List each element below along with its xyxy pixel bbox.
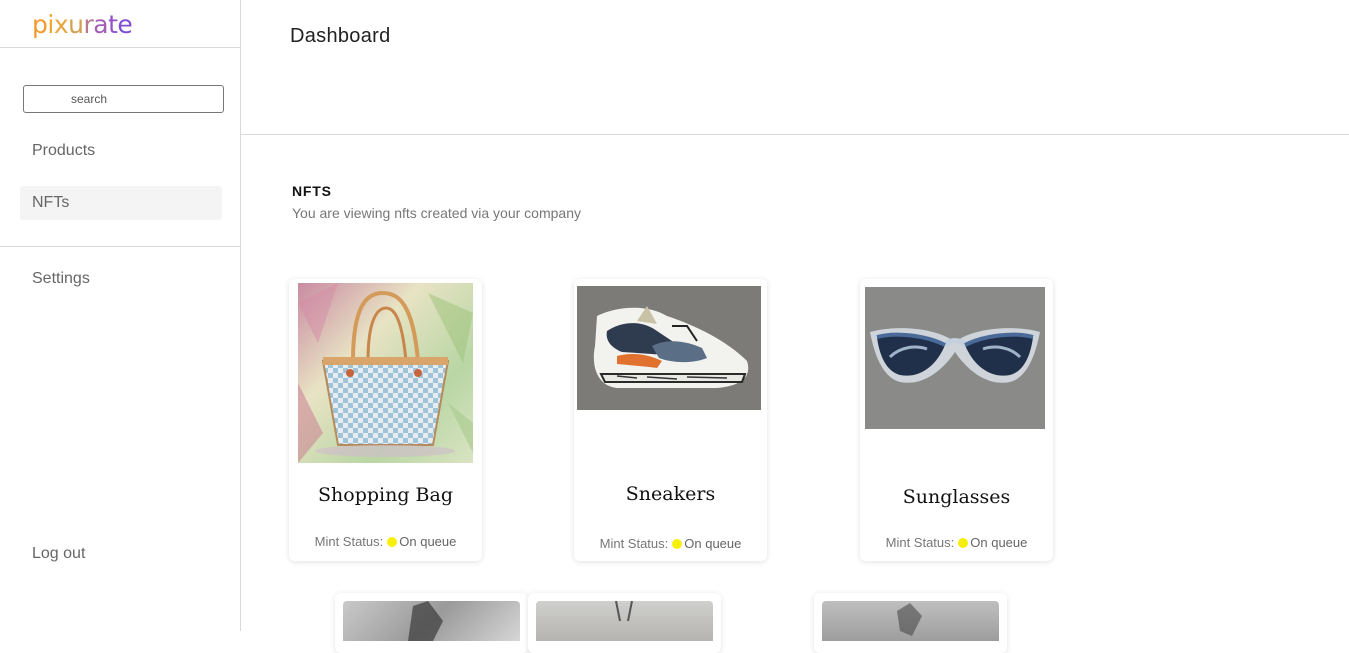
logo-letter: x [53, 10, 69, 39]
page-title: Dashboard [290, 25, 391, 47]
mint-status-label: Mint Status: [885, 535, 955, 550]
nft-name: Shopping Bag [318, 484, 453, 506]
nft-image [536, 601, 713, 641]
mint-status: Mint Status: On queue [860, 535, 1053, 550]
logo-letter: a [93, 10, 109, 39]
pixurate-logo[interactable]: pixurate [32, 10, 133, 39]
logout-link[interactable]: Log out [20, 537, 222, 571]
status-dot-icon [672, 539, 683, 549]
nft-card[interactable] [814, 593, 1007, 653]
nft-image [343, 601, 520, 641]
logo-letter: p [32, 10, 48, 39]
shopping-bag-image [298, 283, 473, 463]
logo-letter: r [83, 10, 94, 39]
nft-name: Sunglasses [902, 486, 1011, 508]
sneakers-image [577, 286, 761, 410]
nft-card[interactable]: Sneakers Mint Status: On queue [574, 279, 767, 561]
mint-status-label: Mint Status: [314, 534, 384, 549]
mint-status-value: On queue [684, 536, 742, 551]
sunglasses-image [865, 287, 1045, 429]
logo-letter: u [68, 10, 84, 39]
mint-status-label: Mint Status: [599, 536, 669, 551]
mint-status: Mint Status: On queue [289, 534, 482, 549]
nft-card[interactable] [528, 593, 721, 653]
section-title: NFTS [292, 183, 332, 199]
logo-letter: e [117, 10, 133, 39]
sidebar-item-products[interactable]: Products [20, 134, 222, 168]
sidebar-item-settings[interactable]: Settings [20, 262, 222, 296]
nft-card[interactable]: Sunglasses Mint Status: On queue [860, 279, 1053, 561]
status-dot-icon [387, 537, 398, 547]
logo-text: pixurate [32, 10, 133, 39]
mint-status-value: On queue [399, 534, 457, 549]
nft-image [822, 601, 999, 641]
nft-name: Sneakers [625, 483, 716, 505]
header: Dashboard [241, 0, 1349, 135]
sidebar-divider [0, 47, 240, 48]
mint-status-value: On queue [970, 535, 1028, 550]
search-input[interactable] [23, 85, 224, 113]
section-subtitle: You are viewing nfts created via your co… [292, 205, 581, 221]
status-dot-icon [958, 538, 969, 548]
nft-card[interactable]: Shopping Bag Mint Status: On queue [289, 279, 482, 561]
sidebar: pixurate Products NFTs Settings Log out [0, 0, 241, 631]
mint-status: Mint Status: On queue [574, 536, 767, 551]
nft-card[interactable] [335, 593, 528, 653]
sidebar-divider [0, 246, 240, 247]
logo-letter: t [108, 10, 118, 39]
sidebar-item-nfts[interactable]: NFTs [20, 186, 222, 220]
